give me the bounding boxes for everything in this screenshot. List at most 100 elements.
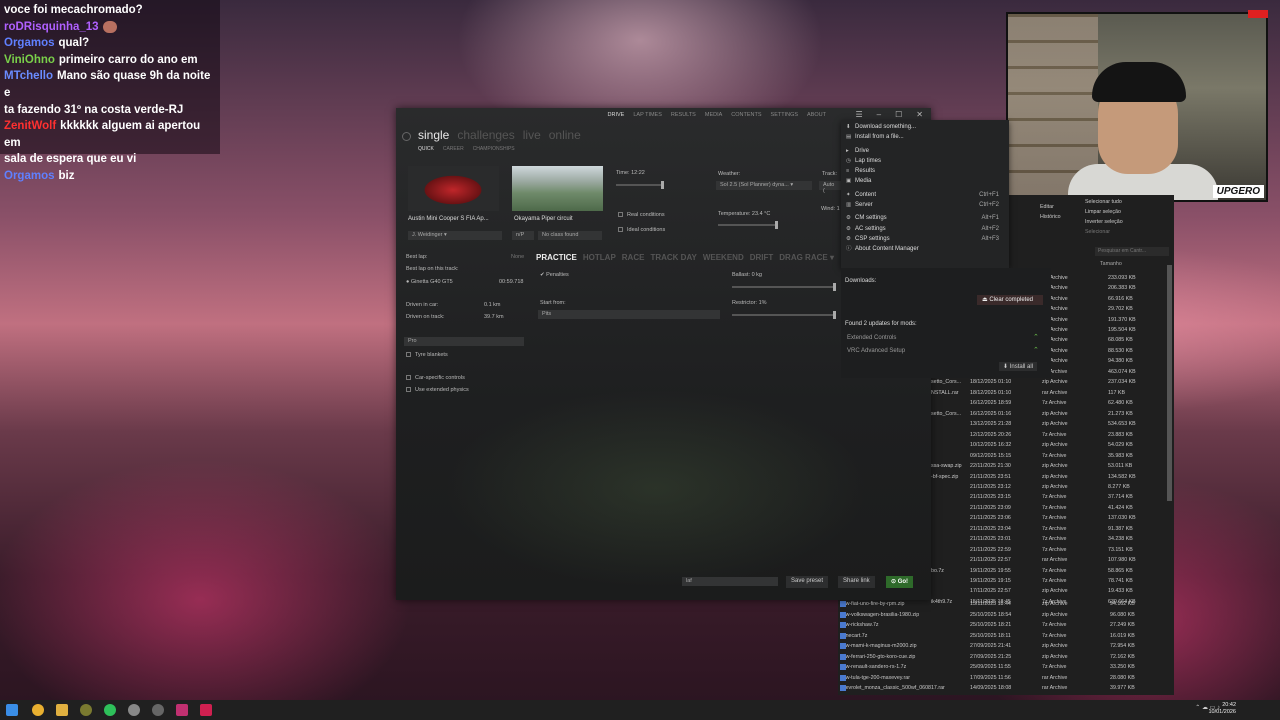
start-icon[interactable]	[6, 704, 18, 716]
tab-online[interactable]: online	[549, 128, 581, 142]
file-row[interactable]: bo.7z 19/11/2025 19:55 7z Archive 58.865 KB	[930, 568, 1174, 578]
edit-action[interactable]: Editar	[1040, 202, 1061, 212]
maximize-icon[interactable]: ☐	[895, 110, 902, 119]
folder-icon[interactable]	[56, 704, 68, 716]
update-item[interactable]: Extended Controls	[847, 335, 896, 341]
file-row[interactable]: asw-tula-tge-200-maxevey.rar 17/09/2025 1…	[838, 674, 1174, 686]
mode-tab[interactable]: RACE	[622, 253, 645, 262]
app-icon[interactable]	[176, 704, 188, 716]
clear-completed-button[interactable]: ⏏ Clear completed	[977, 295, 1043, 305]
file-row[interactable]: 21/11/2025 22:57 rar Archive 107.980 KB	[930, 557, 1174, 567]
update-item[interactable]: VRC Advanced Setup	[847, 348, 905, 354]
mode-tab[interactable]: DRAG RACE ▾	[779, 253, 834, 262]
car-name[interactable]: Austin Mini Cooper S FIA Ap...	[408, 216, 489, 222]
explorer-scrollbar[interactable]	[1167, 265, 1172, 501]
nav-item-settings[interactable]: SETTINGS	[771, 112, 799, 118]
track-layout-select[interactable]: No class found	[538, 231, 602, 240]
install-all-button[interactable]: ⬇ Install all	[999, 362, 1038, 371]
menu-icon[interactable]: ☰	[856, 110, 863, 119]
file-row[interactable]: asw-renault-sandero-rs-1.7z 25/09/2025 11…	[838, 664, 1174, 675]
track-name[interactable]: Okayama Piper circuit	[514, 216, 573, 222]
menu-item[interactable]: ⓘ About Content Manager	[841, 244, 1009, 254]
chat-username[interactable]: Orgamos	[4, 170, 55, 182]
track-preview[interactable]	[512, 166, 603, 211]
file-row[interactable]: -bf-spec.zip 21/11/2025 23:51 zip Archive 1…	[930, 474, 1174, 484]
file-row[interactable]: 21/11/2025 23:01 7z Archive 34.238 KB	[930, 536, 1174, 546]
minimize-icon[interactable]: –	[877, 110, 881, 119]
subtab-quick[interactable]: QUICK	[418, 146, 434, 152]
menu-item[interactable]: ⚙ CSP settings Alt+F3	[841, 234, 1009, 244]
chat-username[interactable]: roDRisquinha_13	[4, 21, 99, 33]
file-row[interactable]: 21/11/2025 23:04 7z Archive 91.387 KB	[930, 526, 1174, 536]
file-row[interactable]: asw-ferrari-250-gto-koro-cue.zip 27/09/20…	[838, 653, 1174, 665]
whatsapp-icon[interactable]	[104, 704, 116, 716]
file-row[interactable]: 19/11/2025 19:15 7z Archive 78.741 KB	[930, 578, 1174, 588]
close-icon[interactable]: ✕	[916, 110, 923, 119]
real-conditions[interactable]: Real conditions	[618, 212, 665, 218]
menu-item[interactable]: ▤ Install from a file...	[841, 132, 1009, 142]
menu-item[interactable]: ▥ Server Ctrl+F2	[841, 200, 1009, 210]
menu-item[interactable]: ≡ Results	[841, 166, 1009, 176]
file-row[interactable]: 16/12/2025 18:59 7z Archive 62.480 KB	[930, 400, 1174, 410]
file-row[interactable]: 21/11/2025 22:59 7z Archive 73.151 KB	[930, 547, 1174, 557]
mode-tab[interactable]: HOTLAP	[583, 253, 616, 262]
menu-item[interactable]: ▣ Media	[841, 176, 1009, 186]
menu-item[interactable]: ◷ Lap times	[841, 156, 1009, 166]
file-row[interactable]: asw-fiat-uno-fire-by-rpm.zip 15/11/2025 1…	[838, 601, 1174, 612]
tyre-blankets-checkbox[interactable]: Tyre blankets	[406, 352, 448, 358]
tab-challenges[interactable]: challenges	[457, 128, 514, 142]
penalties-checkbox[interactable]: ✔ Penalties	[540, 272, 569, 278]
nav-item-results[interactable]: RESULTS	[671, 112, 696, 118]
file-row[interactable]: 09/12/2025 15:15 7z Archive 35.983 KB	[930, 453, 1174, 463]
driver-select[interactable]: J. Weidinger ▾	[408, 231, 502, 240]
chat-username[interactable]: ZenitWolf	[4, 120, 56, 132]
tab-single[interactable]: single	[418, 128, 449, 142]
subtab-championships[interactable]: CHAMPIONSHIPS	[473, 146, 515, 152]
go-button[interactable]: ⊙ Go!	[886, 576, 914, 588]
menu-item[interactable]: ⬇ Download something...	[841, 122, 1009, 132]
clock[interactable]: 20:42 10/01/2026	[1208, 702, 1236, 716]
car-specific-checkbox[interactable]: Car-specific controls	[406, 375, 465, 381]
file-row[interactable]: ssa-swap.zip 22/11/2025 21:30 zip Archive 5…	[930, 463, 1174, 473]
mode-tab[interactable]: WEEKEND	[703, 253, 744, 262]
time-slider[interactable]	[616, 181, 664, 189]
file-row[interactable]: NSTALL.rar 18/12/2025 01:10 rar Archive 117…	[930, 390, 1174, 400]
content-manager-icon[interactable]	[200, 704, 212, 716]
chat-username[interactable]: Orgamos	[4, 37, 55, 49]
file-row[interactable]: 17/11/2025 22:57 zip Archive 19.433 KB	[930, 588, 1174, 598]
discord-icon[interactable]	[128, 704, 140, 716]
file-row[interactable]: minecart.7z 25/10/2025 18:11 7z Archive 16.…	[838, 632, 1174, 644]
mode-tab[interactable]: DRIFT	[750, 253, 774, 262]
select-all[interactable]: Selecionar tudo	[1085, 197, 1175, 207]
tab-live[interactable]: live	[523, 128, 541, 142]
chat-username[interactable]: ViniOhno	[4, 54, 55, 66]
invert-selection[interactable]: Inverter seleção	[1085, 217, 1175, 227]
nav-item-contents[interactable]: CONTENTS	[731, 112, 761, 118]
file-row[interactable]: chevrolet_monza_classic_500wf_060817.rar…	[838, 685, 1174, 696]
car-preview[interactable]	[408, 166, 499, 211]
menu-item[interactable]: ⚙ AC settings Alt+F2	[841, 224, 1009, 234]
start-from-select[interactable]: Pits	[538, 310, 720, 319]
nav-item-drive[interactable]: DRIVE	[608, 112, 625, 118]
file-row[interactable]: asw-rickshaw.7z 25/10/2025 18:21 7z Archiv…	[838, 622, 1174, 633]
skin-select[interactable]: n/P	[512, 231, 534, 240]
menu-item[interactable]: ✦ Content Ctrl+F1	[841, 190, 1009, 200]
temperature-slider[interactable]	[718, 221, 778, 229]
file-row[interactable]: setto_Cors... 16/12/2025 01:16 zip Archive…	[930, 411, 1174, 421]
file-row[interactable]: asw-volkswagen-brasilia-1980.zip 25/10/20…	[838, 611, 1174, 623]
mode-tab[interactable]: TRACK DAY	[650, 253, 696, 262]
menu-item[interactable]: ⚙ CM settings Alt+F1	[841, 213, 1009, 223]
column-header-size[interactable]: Tamanho	[1100, 261, 1122, 267]
file-row[interactable]: asw-mami-k-maginus-m2000.zip 27/09/2025 2…	[838, 643, 1174, 654]
back-icon[interactable]	[402, 132, 411, 141]
preset-select[interactable]: laf	[682, 577, 778, 586]
file-row[interactable]: 13/12/2025 21:28 zip Archive 534.653 KB	[930, 421, 1174, 431]
file-row[interactable]: setto_Cors... 18/12/2025 01:10 zip Archive…	[930, 379, 1174, 389]
restrictor-slider[interactable]	[732, 311, 836, 319]
chat-username[interactable]: MTchello	[4, 70, 53, 82]
nav-item-lap-times[interactable]: LAP TIMES	[633, 112, 662, 118]
assist-preset-select[interactable]: Pro	[404, 337, 524, 346]
file-row[interactable]: 12/12/2025 20:26 7z Archive 23.883 KB	[930, 432, 1174, 442]
weather-select[interactable]: Sol 2.5 (Sol Planner) dyna... ▾	[716, 181, 812, 190]
ideal-conditions[interactable]: Ideal conditions	[618, 227, 665, 233]
